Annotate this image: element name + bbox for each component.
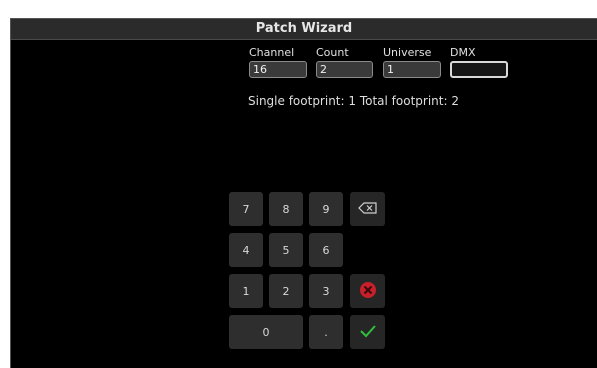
cancel-button[interactable]	[350, 274, 385, 308]
key-9[interactable]: 9	[309, 192, 343, 226]
cancel-icon	[359, 281, 377, 302]
window-title: Patch Wizard	[11, 19, 597, 40]
confirm-button[interactable]	[350, 315, 385, 349]
count-input[interactable]: 2	[316, 61, 373, 78]
key-1[interactable]: 1	[229, 274, 263, 308]
dmx-label: DMX	[450, 46, 476, 59]
backspace-button[interactable]	[350, 192, 385, 226]
dmx-input[interactable]	[450, 61, 508, 78]
dmx-field-group: DMX	[450, 46, 508, 78]
key-7[interactable]: 7	[229, 192, 263, 226]
channel-field-group: Channel 16	[249, 46, 307, 78]
backspace-icon	[357, 201, 378, 217]
key-4[interactable]: 4	[229, 233, 263, 267]
key-2[interactable]: 2	[269, 274, 303, 308]
key-0[interactable]: 0	[229, 315, 303, 349]
channel-label: Channel	[249, 46, 295, 59]
key-6[interactable]: 6	[309, 233, 343, 267]
key-5[interactable]: 5	[269, 233, 303, 267]
key-8[interactable]: 8	[269, 192, 303, 226]
key-3[interactable]: 3	[309, 274, 343, 308]
universe-label: Universe	[383, 46, 432, 59]
count-label: Count	[316, 46, 349, 59]
universe-field-group: Universe 1	[383, 46, 441, 78]
count-field-group: Count 2	[316, 46, 373, 78]
footprint-info: Single footprint: 1 Total footprint: 2	[248, 94, 459, 108]
patch-wizard-window: Patch Wizard Channel 16 Count 2 Universe…	[10, 18, 597, 368]
key-decimal[interactable]: .	[309, 315, 343, 349]
universe-input[interactable]: 1	[383, 61, 441, 78]
checkmark-icon	[359, 324, 377, 341]
channel-input[interactable]: 16	[249, 61, 307, 78]
